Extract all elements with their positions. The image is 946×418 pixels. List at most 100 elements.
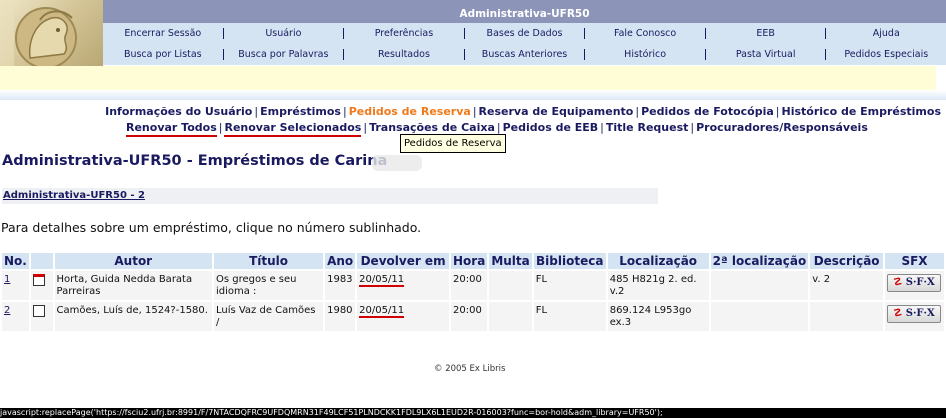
due-date: 20/05/11 <box>359 305 405 318</box>
loans-table: No. Autor Título Ano Devolver em Hora Mu… <box>0 251 946 333</box>
cell-second-location <box>710 302 809 331</box>
due-date: 20/05/11 <box>359 274 405 287</box>
page-title: Administrativa-UFR50 - Empréstimos de Ca… <box>2 153 388 169</box>
cell-title: Os gregos e seu idioma : <box>213 271 324 300</box>
col-sfx: SFX <box>885 253 944 269</box>
header: Administrativa-UFR50 Encerrar Sessão Usu… <box>0 0 946 66</box>
row-select-cell <box>30 302 53 331</box>
link-equipment-booking[interactable]: Reserva de Equipamento <box>479 105 634 118</box>
cell-due-date: 20/05/11 <box>357 271 449 300</box>
link-separator: | <box>472 105 477 118</box>
row-number: 1 <box>2 271 29 300</box>
sfx-button[interactable]: ☡ S·F·X <box>887 305 942 323</box>
link-title-request[interactable]: Title Request <box>606 121 689 134</box>
section-link[interactable]: Administrativa-UFR50 - 2 <box>3 190 145 201</box>
sfx-logo-icon: ☡ <box>893 277 903 288</box>
table-header-row: No. Autor Título Ano Devolver em Hora Mu… <box>2 253 944 269</box>
nav-previous-searches[interactable]: Buscas Anteriores <box>465 49 585 60</box>
col-due-date: Devolver em <box>357 253 449 269</box>
link-photocopy-requests[interactable]: Pedidos de Fotocópia <box>641 105 774 118</box>
sfx-logo-icon: ☡ <box>893 308 903 319</box>
nav-results[interactable]: Resultados <box>344 49 464 60</box>
table-row: 1 Horta, Guida Nedda Barata Parreiras Os… <box>2 271 944 300</box>
top-nav-secondary: Busca por Listas Busca por Palavras Resu… <box>103 44 946 65</box>
browser-status-bar: javascript:replacePage('https://fsciu2.u… <box>0 408 946 418</box>
col-location: Localização <box>607 253 709 269</box>
nav-help[interactable]: Ajuda <box>826 28 946 39</box>
cell-sfx: ☡ S·F·X <box>885 271 944 300</box>
cell-location: 869.124 L953go ex.3 <box>607 302 709 331</box>
copyright-footer: © 2005 Ex Libris <box>434 364 506 374</box>
nav-databases[interactable]: Bases de Dados <box>465 28 585 39</box>
loan-number-link[interactable]: 2 <box>4 305 10 316</box>
message-bar <box>0 66 936 90</box>
col-second-location: 2ª localização <box>710 253 809 269</box>
link-separator: | <box>496 121 501 134</box>
loan-number-link[interactable]: 1 <box>4 274 10 285</box>
link-eeb-requests[interactable]: Pedidos de EEB <box>503 121 599 134</box>
cell-fine <box>489 302 532 331</box>
col-title: Título <box>213 253 324 269</box>
sfx-label: S·F·X <box>905 277 935 288</box>
nav-virtual-folder[interactable]: Pasta Virtual <box>706 49 826 60</box>
cell-sfx: ☡ S·F·X <box>885 302 944 331</box>
cell-second-location <box>710 271 809 300</box>
message-bar-edge <box>936 66 946 90</box>
patron-links-primary: Informações do Usuário | Empréstimos | Pedid… <box>105 105 941 118</box>
link-loans[interactable]: Empréstimos <box>260 105 341 118</box>
nav-contact[interactable]: Fale Conosco <box>585 28 705 39</box>
nav-special-requests[interactable]: Pedidos Especiais <box>826 49 946 60</box>
cell-hour: 20:00 <box>451 271 488 300</box>
coin-portrait-logo-icon <box>0 0 77 66</box>
link-separator: | <box>342 105 347 118</box>
nav-keyword-search[interactable]: Busca por Palavras <box>224 49 344 60</box>
cell-author: Camões, Luís de, 1524?-1580. <box>54 302 212 331</box>
tooltip: Pedidos de Reserva <box>400 134 506 153</box>
link-separator: | <box>600 121 604 134</box>
top-nav-primary: Encerrar Sessão Usuário Preferências Bas… <box>103 23 946 44</box>
instruction-text: Para detalhes sobre um empréstimo, cliqu… <box>1 220 422 235</box>
col-no: No. <box>2 253 29 269</box>
row-select-cell <box>30 271 53 300</box>
link-hold-requests[interactable]: Pedidos de Reserva <box>349 105 471 118</box>
sfx-button[interactable]: ☡ S·F·X <box>887 274 942 292</box>
col-year: Ano <box>325 253 356 269</box>
nav-browse[interactable]: Busca por Listas <box>103 49 223 60</box>
row-number: 2 <box>2 302 29 331</box>
col-hour: Hora <box>451 253 488 269</box>
link-proxies[interactable]: Procuradores/Responsáveis <box>696 121 868 134</box>
nav-user[interactable]: Usuário <box>224 28 344 39</box>
row-checkbox[interactable] <box>32 274 45 286</box>
link-renew-all[interactable]: Renovar Todos <box>126 121 217 137</box>
nav-logout[interactable]: Encerrar Sessão <box>103 28 223 39</box>
row-checkbox[interactable] <box>32 305 45 317</box>
cell-year: 1980 <box>325 302 356 331</box>
patron-links-secondary: Renovar Todos | Renovar Selecionados | Trans… <box>126 121 868 137</box>
nav-history[interactable]: Histórico <box>585 49 705 60</box>
nav-preferences[interactable]: Preferências <box>344 28 464 39</box>
cell-due-date: 20/05/11 <box>357 302 449 331</box>
link-separator: | <box>363 121 368 134</box>
link-separator: | <box>775 105 780 118</box>
cell-library: FL <box>533 271 606 300</box>
cell-library: FL <box>533 302 606 331</box>
table-row: 2 Camões, Luís de, 1524?-1580. Luís Vaz … <box>2 302 944 331</box>
link-separator: | <box>690 121 695 134</box>
cell-location: 485 H821g 2. ed. v.2 <box>607 271 709 300</box>
redacted-name <box>372 155 422 171</box>
cell-author: Horta, Guida Nedda Barata Parreiras <box>54 271 212 300</box>
col-library: Biblioteca <box>533 253 606 269</box>
logo <box>0 0 103 66</box>
cell-description: v. 2 <box>810 271 884 300</box>
cell-fine <box>489 271 532 300</box>
col-author: Autor <box>54 253 212 269</box>
sfx-label: S·F·X <box>905 308 935 319</box>
nav-eeb[interactable]: EEB <box>706 28 826 39</box>
link-cash-transactions[interactable]: Transações de Caixa <box>369 121 495 134</box>
cell-year: 1983 <box>325 271 356 300</box>
link-renew-selected[interactable]: Renovar Selecionados <box>224 121 362 137</box>
cell-description <box>810 302 884 331</box>
link-loan-history[interactable]: Histórico de Empréstimos <box>782 105 941 118</box>
col-select <box>30 253 53 269</box>
link-user-info[interactable]: Informações do Usuário <box>105 105 252 118</box>
